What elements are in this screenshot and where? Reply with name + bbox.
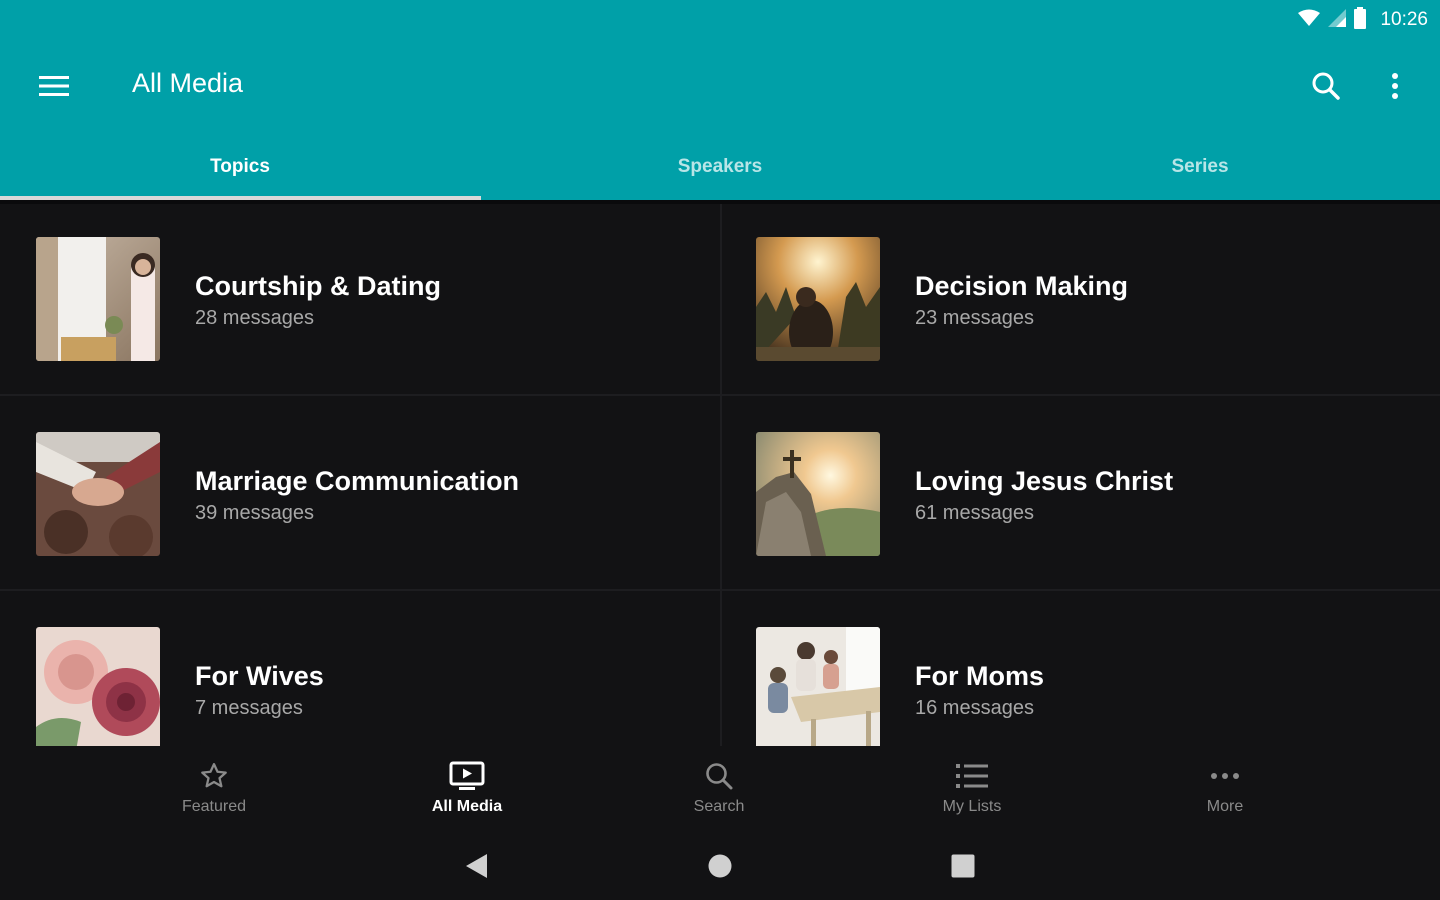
nav-featured[interactable]: Featured xyxy=(144,754,284,824)
nav-more[interactable]: More xyxy=(1155,754,1295,824)
topic-card-for-wives[interactable]: For Wives 7 messages xyxy=(0,594,720,746)
app-bar: All Media xyxy=(0,50,1440,122)
tab-speakers[interactable]: Speakers xyxy=(480,134,960,204)
tv-play-icon xyxy=(449,760,485,792)
search-icon xyxy=(701,760,737,792)
recents-icon[interactable] xyxy=(943,848,983,884)
system-navigation-bar xyxy=(0,830,1440,900)
topic-message-count: 16 messages xyxy=(915,697,1034,719)
topic-message-count: 61 messages xyxy=(915,502,1034,524)
topic-title: For Wives xyxy=(195,661,324,691)
topic-thumbnail xyxy=(36,432,160,556)
nav-label: Featured xyxy=(181,798,247,815)
topic-thumbnail xyxy=(36,627,160,746)
bottom-navigation: Featured All Media Search My Lists More xyxy=(0,746,1440,830)
topic-message-count: 39 messages xyxy=(195,502,314,524)
nav-label: More xyxy=(1206,798,1244,815)
nav-label: My Lists xyxy=(942,798,1002,815)
topic-card-courtship-dating[interactable]: Courtship & Dating 28 messages xyxy=(0,204,720,394)
grid-divider-horizontal xyxy=(0,394,1440,396)
app-header: 10:26 All Media Topics Speakers Series xyxy=(0,0,1440,204)
topic-message-count: 7 messages xyxy=(195,697,303,719)
grid-divider-horizontal xyxy=(0,589,1440,591)
cell-signal-icon xyxy=(1328,8,1347,32)
topic-card-decision-making[interactable]: Decision Making 23 messages xyxy=(720,204,1440,394)
status-time: 10:26 xyxy=(1380,9,1428,30)
topic-message-count: 28 messages xyxy=(195,307,314,329)
topic-thumbnail xyxy=(36,237,160,361)
tab-bar: Topics Speakers Series xyxy=(0,134,1440,204)
wifi-icon xyxy=(1298,9,1321,32)
status-bar: 10:26 xyxy=(1298,6,1428,34)
topic-message-count: 23 messages xyxy=(915,307,1034,329)
tab-series[interactable]: Series xyxy=(960,134,1440,204)
page-title: All Media xyxy=(132,68,244,98)
star-outline-icon xyxy=(196,760,232,792)
topics-grid: Courtship & Dating 28 messages Decision … xyxy=(0,204,1440,746)
topic-title: Loving Jesus Christ xyxy=(915,466,1174,496)
battery-icon xyxy=(1354,6,1367,34)
more-horizontal-icon xyxy=(1207,760,1243,792)
app-root: 10:26 All Media Topics Speakers Series C… xyxy=(0,0,1440,900)
more-vertical-icon[interactable] xyxy=(1372,62,1418,110)
nav-label: All Media xyxy=(431,798,503,815)
topic-thumbnail xyxy=(756,627,880,746)
list-icon xyxy=(954,760,990,792)
nav-my-lists[interactable]: My Lists xyxy=(902,754,1042,824)
topic-title: Courtship & Dating xyxy=(195,271,441,301)
topic-title: For Moms xyxy=(915,661,1045,691)
nav-all-media[interactable]: All Media xyxy=(397,754,537,824)
topic-title: Marriage Communication xyxy=(195,466,520,496)
topic-thumbnail xyxy=(756,432,880,556)
menu-icon[interactable] xyxy=(26,64,82,108)
search-icon[interactable] xyxy=(1300,62,1352,110)
back-icon[interactable] xyxy=(456,848,496,884)
tab-topics[interactable]: Topics xyxy=(0,134,480,204)
topic-card-loving-jesus-christ[interactable]: Loving Jesus Christ 61 messages xyxy=(720,399,1440,589)
home-icon[interactable] xyxy=(700,848,740,884)
nav-label: Search xyxy=(693,798,745,815)
topic-title: Decision Making xyxy=(915,271,1129,301)
nav-search[interactable]: Search xyxy=(649,754,789,824)
topic-card-marriage-communication[interactable]: Marriage Communication 39 messages xyxy=(0,399,720,589)
topic-card-for-moms[interactable]: For Moms 16 messages xyxy=(720,594,1440,746)
topic-thumbnail xyxy=(756,237,880,361)
